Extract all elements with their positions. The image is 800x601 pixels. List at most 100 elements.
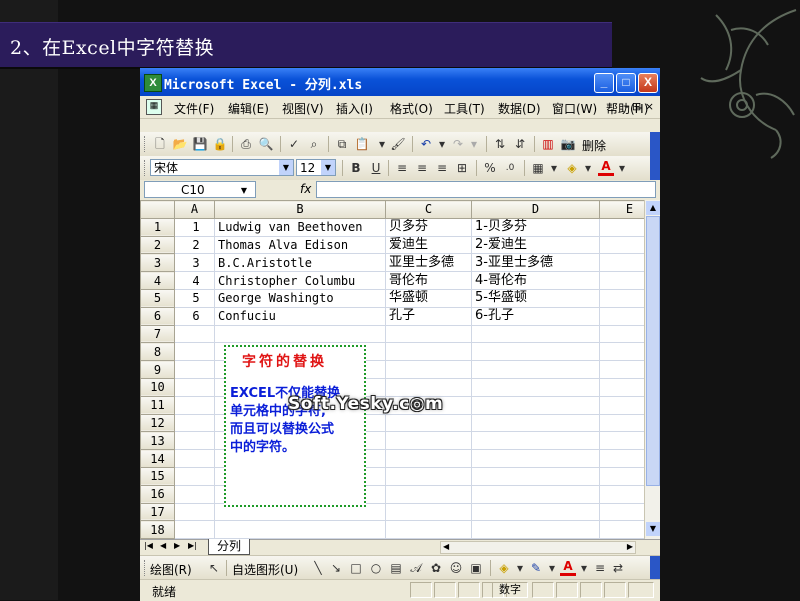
chart-wizard-icon[interactable]: ▥ (540, 136, 556, 152)
cell-a[interactable] (174, 449, 215, 468)
spelling-icon[interactable]: ✓ (286, 136, 302, 152)
cell-d[interactable] (471, 377, 600, 397)
chevron-down-icon[interactable]: ▾ (512, 560, 528, 576)
open-icon[interactable]: 📂 (172, 136, 188, 152)
menu-tools[interactable]: 工具(T) (444, 100, 485, 117)
cell-a[interactable] (174, 502, 215, 522)
cell-a[interactable]: 1 (174, 217, 215, 237)
chevron-down-icon[interactable]: ▾ (614, 160, 630, 176)
column-header[interactable]: D (471, 200, 600, 219)
cell-b[interactable]: Christopher Columbu (214, 271, 386, 290)
rectangle-icon[interactable]: □ (348, 560, 364, 576)
print-preview-icon[interactable]: 🔍 (258, 136, 274, 152)
cell-a[interactable] (174, 413, 215, 433)
cell-c[interactable]: 华盛顿 (385, 288, 472, 308)
copy-icon[interactable]: ⧉ (334, 136, 350, 152)
row-header[interactable]: 7 (140, 324, 175, 344)
line-color-icon[interactable]: ✎ (528, 560, 544, 576)
font-name-select[interactable]: 宋体 ▼ (150, 159, 294, 176)
window-title-bar[interactable]: X Microsoft Excel - 分列.xls _ □ X (140, 68, 660, 96)
cell-b[interactable]: Thomas Alva Edison (214, 235, 386, 255)
row-header[interactable]: 1 (140, 217, 175, 237)
scroll-right-icon[interactable]: ▶ (627, 542, 633, 551)
paste-icon[interactable]: 📋 (354, 136, 370, 152)
align-left-icon[interactable]: ≡ (394, 160, 410, 176)
menu-format[interactable]: 格式(O) (390, 100, 433, 117)
scroll-down-icon[interactable]: ▼ (646, 522, 660, 536)
cell-d[interactable] (471, 395, 600, 415)
toolbar-options-icon[interactable] (650, 132, 660, 156)
line-icon[interactable]: ╲ (310, 560, 326, 576)
cell-c[interactable]: 孔子 (385, 306, 472, 326)
row-header[interactable]: 12 (140, 413, 175, 433)
cell-d[interactable] (471, 466, 600, 486)
cell-a[interactable]: 3 (174, 253, 215, 273)
cell-d[interactable]: 4-哥伦布 (471, 271, 600, 290)
cell-c[interactable] (385, 502, 472, 522)
toolbar-grip[interactable] (144, 136, 148, 152)
underline-button[interactable]: U (368, 160, 384, 176)
chevron-down-icon[interactable]: ▾ (576, 560, 592, 576)
chevron-down-icon[interactable]: ▼ (321, 160, 335, 175)
cell-d[interactable]: 5-华盛顿 (471, 288, 600, 308)
column-header[interactable]: C (385, 200, 472, 219)
workbook-icon[interactable]: ▦ (146, 99, 162, 115)
toolbar-options-icon[interactable] (650, 156, 660, 180)
cell-d[interactable] (471, 360, 600, 379)
maximize-button[interactable]: □ (616, 73, 636, 93)
row-header[interactable]: 11 (140, 395, 175, 415)
cell-a[interactable] (174, 431, 215, 451)
column-header[interactable]: A (174, 200, 215, 219)
scroll-thumb[interactable] (646, 216, 660, 486)
text-box-icon[interactable]: ▤ (388, 560, 404, 576)
cell-c[interactable]: 贝多芬 (385, 217, 472, 237)
menu-edit[interactable]: 编辑(E) (228, 100, 269, 117)
cell-c[interactable] (385, 413, 472, 433)
cell-c[interactable]: 哥伦布 (385, 271, 472, 290)
prev-sheet-icon[interactable]: ◀ (160, 541, 166, 550)
cell-c[interactable] (385, 431, 472, 451)
merge-center-icon[interactable]: ⊞ (454, 160, 470, 176)
scroll-left-icon[interactable]: ◀ (443, 542, 449, 551)
undo-icon[interactable]: ↶ (418, 136, 434, 152)
bold-button[interactable]: B (348, 160, 364, 176)
cell-c[interactable] (385, 324, 472, 344)
formula-input[interactable] (316, 181, 656, 198)
next-sheet-icon[interactable]: ▶ (174, 541, 180, 550)
row-header[interactable]: 2 (140, 235, 175, 255)
cell-d[interactable]: 1-贝多芬 (471, 217, 600, 237)
format-painter-icon[interactable]: 🖌 (390, 136, 406, 152)
cell-d[interactable]: 3-亚里士多德 (471, 253, 600, 273)
worksheet-grid[interactable]: A B C D E 1 1 Ludwig van Beethoven 贝多芬 1-贝多芬… (140, 200, 660, 539)
cell-d[interactable] (471, 520, 600, 539)
scroll-up-icon[interactable]: ▲ (646, 201, 660, 215)
chevron-down-icon[interactable]: ▼ (241, 182, 247, 199)
oval-icon[interactable]: ○ (368, 560, 384, 576)
row-header[interactable]: 9 (140, 360, 175, 379)
menu-file[interactable]: 文件(F) (174, 100, 214, 117)
cell-d[interactable] (471, 484, 600, 504)
cell-a[interactable] (174, 360, 215, 379)
permission-icon[interactable]: 🔒 (212, 136, 228, 152)
delete-button[interactable]: 删除 (582, 137, 606, 154)
cell-c[interactable]: 爱迪生 (385, 235, 472, 255)
redo-dropdown-icon[interactable]: ▾ (466, 136, 482, 152)
name-box[interactable]: C10 ▼ (144, 181, 256, 198)
print-icon[interactable]: ⎙ (238, 136, 254, 152)
cell-d[interactable] (471, 324, 600, 344)
new-icon[interactable]: 🗋 (152, 136, 168, 152)
cell-c[interactable] (385, 360, 472, 379)
wordart-icon[interactable]: 𝒜 (408, 560, 424, 576)
increase-decimal-icon[interactable]: .0 (502, 160, 518, 176)
clip-art-icon[interactable]: ☺ (448, 560, 464, 576)
horizontal-scrollbar[interactable]: ◀ ▶ (440, 541, 636, 554)
row-header[interactable]: 18 (140, 520, 175, 539)
sheet-tab[interactable]: 分列 (208, 539, 250, 555)
chevron-down-icon[interactable]: ▾ (544, 560, 560, 576)
select-objects-icon[interactable]: ↖ (206, 560, 222, 576)
cell-a[interactable] (174, 377, 215, 397)
diagram-icon[interactable]: ✿ (428, 560, 444, 576)
cell-c[interactable] (385, 484, 472, 504)
last-sheet-icon[interactable]: ▶| (188, 541, 197, 550)
cell-b[interactable]: Ludwig van Beethoven (214, 217, 386, 237)
